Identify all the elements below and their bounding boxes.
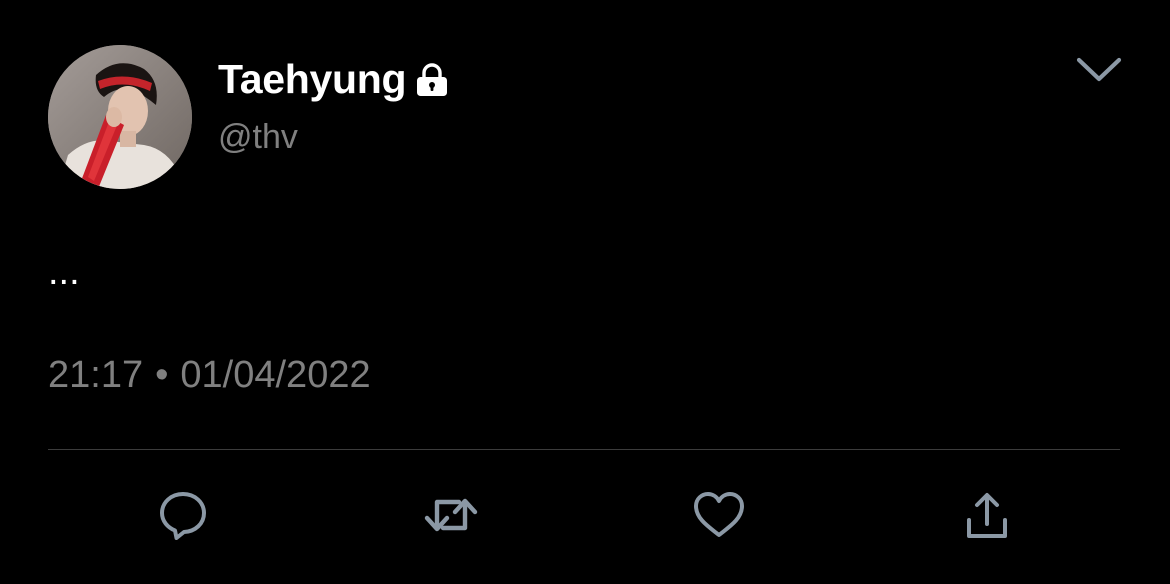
lock-icon	[414, 62, 450, 98]
retweet-button[interactable]	[416, 480, 486, 550]
like-button[interactable]	[684, 480, 754, 550]
author-handle[interactable]: @thv	[218, 116, 298, 158]
chevron-down-icon[interactable]	[1074, 52, 1124, 88]
display-name[interactable]: Taehyung	[218, 55, 406, 103]
tweet-text: ...	[48, 251, 80, 293]
divider	[48, 449, 1120, 450]
reply-button[interactable]	[148, 480, 218, 550]
retweet-icon	[421, 488, 481, 542]
tweet-detail: Taehyung @thv ... 21:17 • 01/04/2022	[0, 0, 1170, 584]
timestamp-separator: •	[155, 354, 169, 396]
tweet-date: 01/04/2022	[180, 354, 371, 396]
author-name-row: Taehyung	[218, 55, 450, 103]
action-bar	[0, 480, 1170, 550]
tweet-time: 21:17	[48, 354, 144, 396]
share-button[interactable]	[952, 480, 1022, 550]
tweet-timestamp: 21:17 • 01/04/2022	[48, 352, 371, 398]
heart-icon	[691, 489, 747, 541]
avatar-image	[48, 45, 192, 189]
reply-icon	[156, 488, 210, 542]
avatar[interactable]	[48, 45, 192, 189]
share-icon	[962, 488, 1012, 542]
